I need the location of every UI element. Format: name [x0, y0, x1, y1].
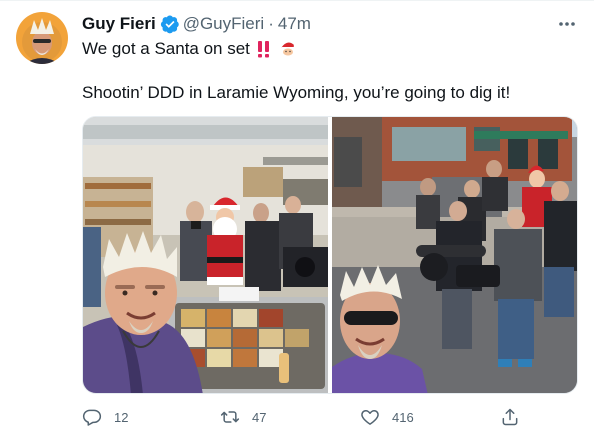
photo-street-selfie[interactable]: [332, 117, 577, 393]
display-name[interactable]: Guy Fieri: [82, 13, 156, 35]
photo-kitchen-selfie[interactable]: [83, 117, 329, 393]
reply-count: 12: [114, 409, 129, 425]
retweet-icon: [220, 411, 240, 423]
retweet-count: 47: [252, 409, 267, 425]
photo-image: [83, 117, 329, 393]
media-grid[interactable]: [82, 116, 578, 394]
tweet-text-line1: We got a Santa on set: [82, 38, 298, 60]
like-button[interactable]: 416: [360, 407, 414, 427]
avatar-image: [16, 12, 68, 64]
double-exclamation-icon: [254, 39, 274, 59]
more-options-icon[interactable]: [556, 13, 578, 35]
retweet-button[interactable]: 47: [220, 407, 266, 427]
timestamp[interactable]: 47m: [278, 13, 311, 35]
tweet-header: Guy Fieri @GuyFieri · 47m: [82, 13, 578, 35]
reply-icon: [82, 409, 102, 426]
tweet-text-1: We got a Santa on set: [82, 39, 250, 58]
like-count: 416: [392, 409, 414, 425]
photo-image: [332, 117, 577, 393]
avatar[interactable]: [16, 12, 68, 64]
separator-dot: ·: [268, 14, 274, 33]
divider: [0, 0, 594, 1]
share-button[interactable]: [500, 407, 532, 427]
reply-button[interactable]: 12: [82, 407, 128, 427]
heart-icon: [361, 410, 379, 425]
tweet-actions: 12 47 416: [82, 405, 578, 429]
share-icon: [502, 408, 518, 426]
handle[interactable]: @GuyFieri: [183, 13, 265, 35]
tweet-text-line2: Shootin’ DDD in Laramie Wyoming, you’re …: [82, 83, 511, 102]
verified-badge-icon: [160, 14, 180, 34]
tweet-card[interactable]: Guy Fieri @GuyFieri · 47m We got a Santa…: [0, 0, 594, 433]
santa-emoji-icon: [278, 39, 298, 59]
